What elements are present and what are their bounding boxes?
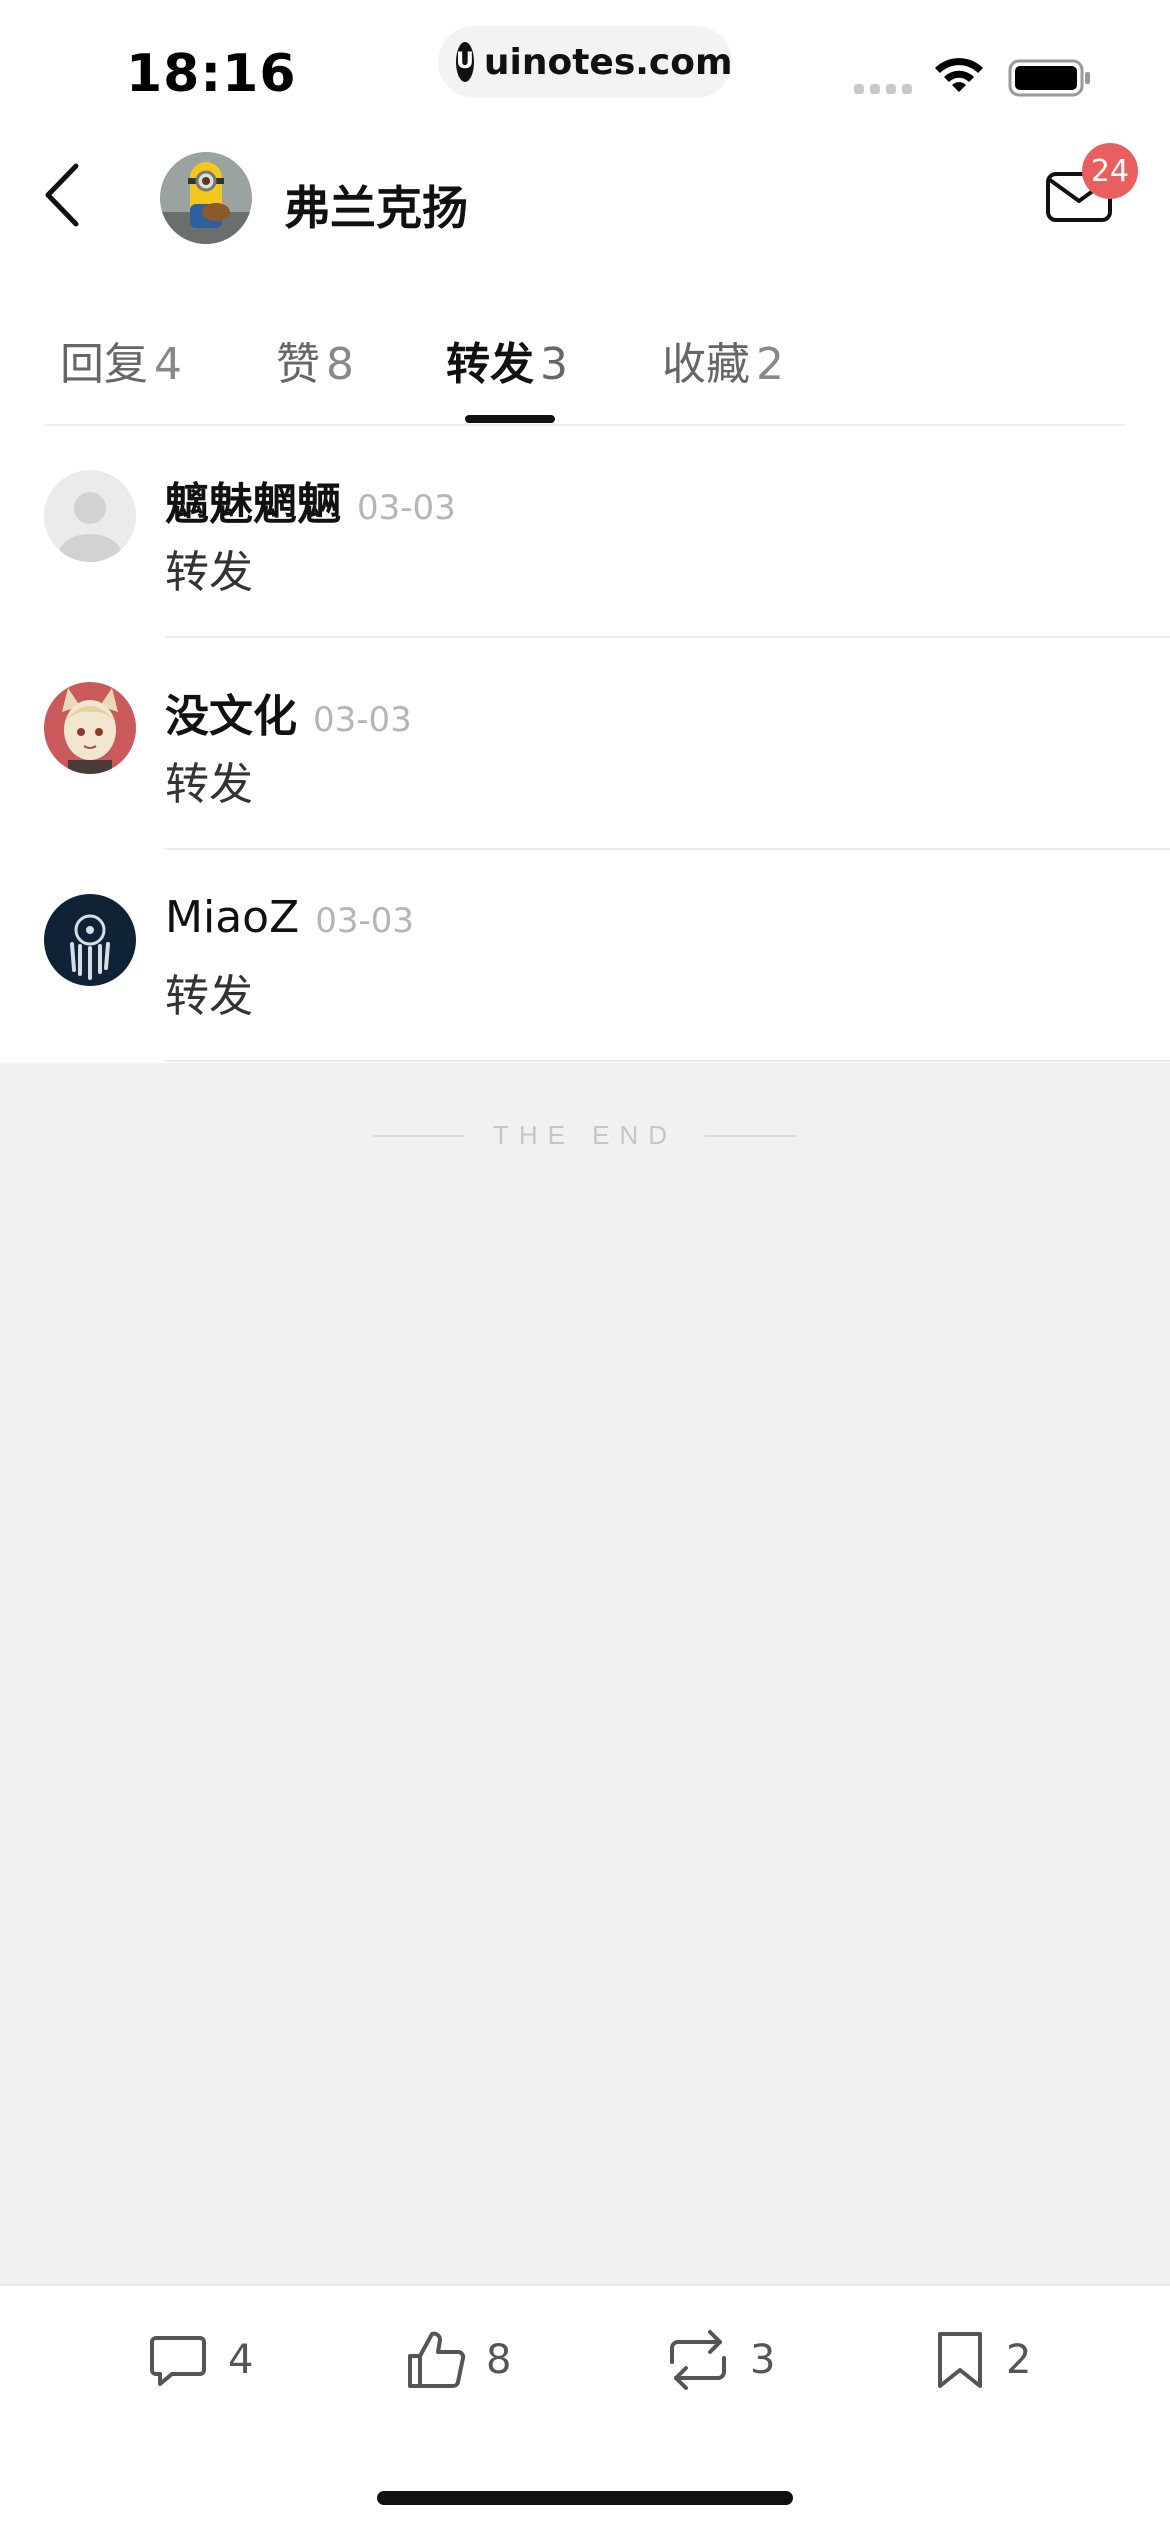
tab-bookmarks[interactable]: 收藏 2 [662,328,784,392]
cellular-signal-icon [854,84,912,94]
item-text: 转发 [165,547,253,598]
item-text: 转发 [165,759,253,810]
tab-count: 2 [756,339,784,390]
tab-label: 回复 [60,339,148,390]
tab-reposts[interactable]: 转发 3 [446,328,568,392]
reposts-count: 3 [750,2337,776,2383]
page-title: 弗兰克扬 [284,181,468,235]
tab-label: 赞 [276,339,320,390]
thumbs-up-icon [408,2331,466,2388]
end-text: THE END [492,1120,678,1150]
anime-avatar-icon [44,682,136,774]
tab-count: 4 [154,339,182,390]
wifi-icon [935,58,983,92]
user-name[interactable]: 魑魅魍魉 03-03 [165,468,456,532]
item-date: 03-03 [357,488,456,528]
end-line-left [372,1134,465,1137]
minion-avatar-icon [160,152,252,244]
user-name[interactable]: 没文化 03-03 [165,680,412,744]
tab-replies[interactable]: 回复 4 [60,328,182,392]
user-name-text: MiaoZ [165,892,300,943]
tab-count: 3 [540,339,568,390]
user-name-text: 魑魅魍魉 [165,479,341,530]
home-indicator [377,2491,793,2505]
end-marker: THE END [0,1120,1170,1151]
status-time: 18:16 [126,44,297,104]
item-text: 转发 [165,971,253,1022]
avatar[interactable] [44,470,136,562]
item-date: 03-03 [313,700,412,740]
bookmark-icon [938,2332,982,2388]
comments-count: 4 [228,2337,254,2383]
avatar[interactable] [44,894,136,986]
status-bar: 18:16 U uinotes.com [0,0,1170,130]
tab-likes[interactable]: 赞8 [276,328,354,392]
end-line-right [705,1134,798,1137]
likes-count: 8 [486,2337,512,2383]
list-item[interactable]: MiaoZ 03-03 转发 [0,850,1170,1062]
tab-bar: 回复 4 赞8 转发 3 收藏 2 [0,328,1170,428]
user-name-text: 没文化 [165,691,297,742]
list-item[interactable]: 魑魅魍魉 03-03 转发 [0,426,1170,638]
comments-button[interactable]: 4 [146,2328,253,2392]
active-tab-indicator [465,415,555,423]
divider [165,1060,1170,1062]
tab-label: 收藏 [662,339,750,390]
tab-count: 8 [326,339,354,390]
tab-label: 转发 [446,339,534,390]
comment-icon [150,2336,206,2386]
item-date: 03-03 [315,901,415,941]
avatar[interactable] [160,152,252,244]
default-avatar-icon [44,470,136,562]
bookmarks-button[interactable]: 2 [932,2328,1031,2392]
likes-button[interactable]: 8 [404,2328,511,2392]
user-name[interactable]: MiaoZ 03-03 [165,892,414,943]
back-chevron-icon[interactable] [40,160,90,230]
reposts-button[interactable]: 3 [664,2328,775,2392]
repost-icon [670,2330,726,2390]
bookmarks-count: 2 [1006,2337,1032,2383]
url-pill[interactable]: U uinotes.com [438,26,733,98]
avatar[interactable] [44,682,136,774]
dark-emblem-avatar-icon [44,894,136,986]
list-item[interactable]: 没文化 03-03 转发 [0,638,1170,850]
notification-badge: 24 [1082,143,1138,199]
site-logo-icon: U [456,42,474,82]
site-logo-letter: U [456,49,474,74]
url-text: uinotes.com [483,41,733,83]
battery-icon [1008,59,1090,97]
